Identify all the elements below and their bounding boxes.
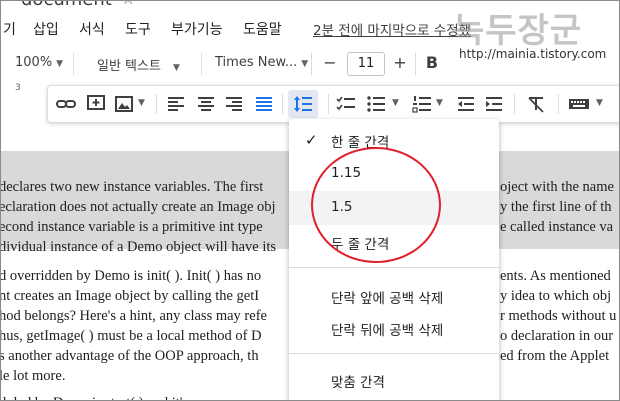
app-window: document ☆ 기 삽입 서식 도구 부가기능 도움말 2분 전에 마지막… [0,0,620,401]
align-right-icon[interactable] [224,95,244,113]
doc-line: declares two new instance variables. The… [0,179,264,195]
doc-line-right: ents. As mentioned [500,268,611,284]
remove-space-before-paragraph[interactable]: 단락 앞에 공백 삭제 [289,279,499,313]
increase-font-size-button[interactable]: + [389,51,411,75]
numbered-list-icon[interactable] [412,95,432,113]
add-comment-icon[interactable] [86,95,106,113]
menu-bar: 기 삽입 서식 도구 부가기능 도움말 2분 전에 마지막으로 수정했 [1,13,619,43]
format-toolbar: ▼ ▼ ▼ ▼ [47,85,619,123]
doc-line: hus, getImage( ) must be a local method … [0,328,262,344]
doc-line-right: o declaration in our [500,328,614,344]
chevron-down-icon[interactable]: ▼ [596,98,603,108]
option-label: 단락 뒤에 공백 삭제 [331,323,444,339]
divider [282,94,283,114]
menu-item-format[interactable]: 서식 [79,19,105,39]
font-value: Times New... [215,55,298,70]
divider [156,94,157,114]
line-spacing-option-1-5[interactable]: 1.5 [289,191,499,225]
option-label: 한 줄 간격 [331,135,390,151]
menu-item-view[interactable]: 기 [3,19,16,39]
divider [328,94,329,114]
check-icon: ✓ [305,131,318,149]
divider [514,94,515,114]
doc-line-right: r methods without u [500,308,617,324]
chevron-down-icon: ▼ [172,63,180,73]
doc-line: hod belongs? Here's a hint, any class ma… [0,308,267,324]
option-label: 맞춤 간격 [331,375,385,391]
divider [73,53,74,75]
style-value: 일반 텍스트 [97,59,161,74]
divider [201,53,202,75]
last-edit-link[interactable]: 2분 전에 마지막으로 수정했 [313,19,471,39]
doc-line-right: e called instance va [500,219,614,235]
zoom-select[interactable]: 100% ▼ [15,55,63,70]
option-label: 단락 앞에 공백 삭제 [331,291,444,307]
line-spacing-option-double[interactable]: 두 줄 간격 [289,225,499,259]
remove-space-after-paragraph[interactable]: 단락 뒤에 공백 삭제 [289,311,499,345]
chevron-down-icon[interactable]: ▼ [138,98,145,108]
font-size-input[interactable]: 11 [347,52,385,76]
doc-line-right: y idea to which obj [500,288,612,304]
menu-item-help[interactable]: 도움말 [243,19,282,39]
menu-item-tools[interactable]: 도구 [125,19,151,39]
divider [558,94,559,114]
line-spacing-option-single[interactable]: ✓ 한 줄 간격 [289,123,499,157]
doc-line: eclaration does not actually create an I… [0,199,276,215]
zoom-value: 100% [15,55,53,70]
keyboard-icon[interactable] [568,95,590,113]
font-select[interactable]: Times New... ▼ [215,55,308,70]
doc-line: d, led by Demo is start( ) and it's [1,393,188,400]
menu-item-addons[interactable]: 부가기능 [171,19,223,39]
increase-indent-icon[interactable] [484,95,504,113]
clear-formatting-icon[interactable] [526,95,546,113]
chevron-down-icon[interactable]: ▼ [392,98,399,108]
divider [311,53,312,75]
divider [289,353,499,354]
decrease-font-size-button[interactable]: − [319,51,341,75]
doc-line: le lot more. [0,368,66,384]
custom-spacing[interactable]: 맞춤 간격 [289,363,499,397]
option-label: 1.5 [331,199,353,215]
doc-line-right: oject with the name [500,179,614,195]
title-bar: document ☆ [1,1,619,10]
image-icon[interactable] [114,95,134,113]
checklist-icon[interactable] [336,95,356,113]
decrease-indent-icon[interactable] [456,95,476,113]
main-toolbar: 100% ▼ 일반 텍스트 ▼ Times New... ▼ − 11 + B [1,47,619,81]
link-icon[interactable] [56,95,76,113]
chevron-down-icon: ▼ [301,59,309,69]
option-label: 두 줄 간격 [331,237,390,253]
line-spacing-icon [294,96,312,112]
line-spacing-option-1-15[interactable]: 1.15 [289,157,499,191]
chevron-down-icon: ▼ [56,59,64,69]
style-select[interactable]: 일반 텍스트 ▼ [97,55,180,74]
ruler-mark: 3 [15,83,21,93]
align-left-icon[interactable] [166,95,186,113]
doc-line: s another advantage of the OOP approach,… [0,348,259,364]
align-justify-icon[interactable] [254,95,274,113]
doc-title[interactable]: document [21,1,112,10]
bold-button[interactable]: B [421,51,443,75]
divider [289,267,499,268]
menu-item-insert[interactable]: 삽입 [33,19,59,39]
option-label: 1.15 [331,165,362,181]
star-icon[interactable]: ☆ [121,1,135,8]
bulleted-list-icon[interactable] [366,95,386,113]
align-center-icon[interactable] [196,95,216,113]
chevron-down-icon[interactable]: ▼ [436,98,443,108]
doc-line: dividual instance of a Demo object will … [0,239,277,255]
line-spacing-menu: ✓ 한 줄 간격 1.15 1.5 두 줄 간격 단락 앞에 공백 삭제 단락 … [289,119,499,400]
doc-line-right: y the first line of th [500,199,612,215]
doc-line: econd instance variable is a primitive i… [0,219,263,235]
divider [415,53,416,75]
doc-line-right: ed from the Applet [500,348,610,364]
doc-line: nt creates an Image object by calling th… [0,288,260,304]
doc-line: d overridden by Demo is init( ). Init( )… [0,268,262,284]
